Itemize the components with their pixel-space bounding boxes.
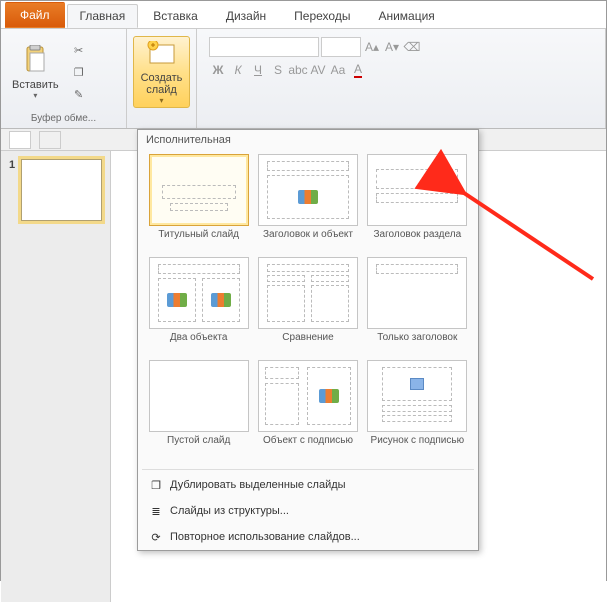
new-slide-icon — [146, 39, 178, 69]
font-color-button[interactable]: A — [349, 61, 367, 79]
tab-transitions[interactable]: Переходы — [281, 4, 363, 28]
brush-icon: ✎ — [74, 88, 83, 101]
content-icon — [319, 389, 339, 403]
slide-thumbnails-panel: 1 — [1, 151, 111, 602]
duplicate-slides-item[interactable]: ❐ Дублировать выделенные слайды — [138, 472, 478, 498]
outline-icon: ≣ — [148, 503, 164, 519]
clear-formatting-button[interactable]: ⌫ — [403, 38, 421, 56]
scissors-icon: ✂ — [74, 44, 83, 57]
tab-file[interactable]: Файл — [5, 2, 65, 28]
outline-view-tab[interactable] — [39, 131, 61, 149]
layout-title-slide[interactable]: Титульный слайд — [146, 154, 251, 253]
layout-gallery: Титульный слайд Заголовок и объект Загол… — [138, 150, 478, 467]
cut-button[interactable]: ✂ — [68, 40, 90, 60]
copy-button[interactable]: ❐ — [68, 62, 90, 82]
slide-thumbnail[interactable]: 1 — [9, 159, 102, 221]
tab-home[interactable]: Главная — [67, 4, 139, 28]
reuse-icon: ⟳ — [148, 529, 164, 545]
clipboard-group-label: Буфер обме... — [7, 111, 120, 126]
reuse-slides-item[interactable]: ⟳ Повторное использование слайдов... — [138, 524, 478, 550]
picture-icon — [410, 378, 424, 390]
layout-two-content[interactable]: Два объекта — [146, 257, 251, 356]
layout-picture-caption[interactable]: Рисунок с подписью — [365, 360, 470, 459]
new-slide-label: Создать слайд — [138, 72, 185, 96]
slide-preview — [21, 159, 102, 221]
font-size-select[interactable] — [321, 37, 361, 57]
layout-blank[interactable]: Пустой слайд — [146, 360, 251, 459]
shadow-button[interactable]: abc — [289, 61, 307, 79]
slides-from-outline-item[interactable]: ≣ Слайды из структуры... — [138, 498, 478, 524]
layout-comparison[interactable]: Сравнение — [255, 257, 360, 356]
paste-button[interactable]: Вставить ▾ — [7, 36, 64, 108]
tab-animation[interactable]: Анимация — [365, 4, 447, 28]
layout-title-only[interactable]: Только заголовок — [365, 257, 470, 356]
ribbon-tabs: Файл Главная Вставка Дизайн Переходы Ани… — [1, 1, 606, 29]
slide-number: 1 — [9, 159, 15, 171]
layout-content-caption[interactable]: Объект с подписью — [255, 360, 360, 459]
case-button[interactable]: Aa — [329, 61, 347, 79]
duplicate-icon: ❐ — [148, 477, 164, 493]
italic-button[interactable]: К — [229, 61, 247, 79]
paste-label: Вставить — [12, 79, 59, 91]
clipboard-icon — [19, 44, 51, 76]
new-slide-dropdown: Исполнительная Титульный слайд Заголовок… — [137, 129, 479, 551]
format-painter-button[interactable]: ✎ — [68, 84, 90, 104]
new-slide-button[interactable]: Создать слайд ▾ — [133, 36, 190, 108]
slides-view-tab[interactable] — [9, 131, 31, 149]
copy-icon: ❐ — [74, 66, 84, 79]
bold-button[interactable]: Ж — [209, 61, 227, 79]
decrease-font-button[interactable]: A▾ — [383, 38, 401, 56]
font-family-select[interactable] — [209, 37, 319, 57]
layout-section-label: Исполнительная — [138, 130, 478, 150]
spacing-button[interactable]: AV — [309, 61, 327, 79]
content-icon — [211, 293, 231, 307]
content-icon — [298, 190, 318, 204]
tab-design[interactable]: Дизайн — [213, 4, 279, 28]
ribbon: Вставить ▾ ✂ ❐ ✎ Буфер обме... Создать с… — [1, 29, 606, 129]
increase-font-button[interactable]: A▴ — [363, 38, 381, 56]
layout-title-content[interactable]: Заголовок и объект — [255, 154, 360, 253]
content-icon — [167, 293, 187, 307]
underline-button[interactable]: Ч — [249, 61, 267, 79]
strike-button[interactable]: S — [269, 61, 287, 79]
tab-insert[interactable]: Вставка — [140, 4, 211, 28]
layout-section-header[interactable]: Заголовок раздела — [365, 154, 470, 253]
